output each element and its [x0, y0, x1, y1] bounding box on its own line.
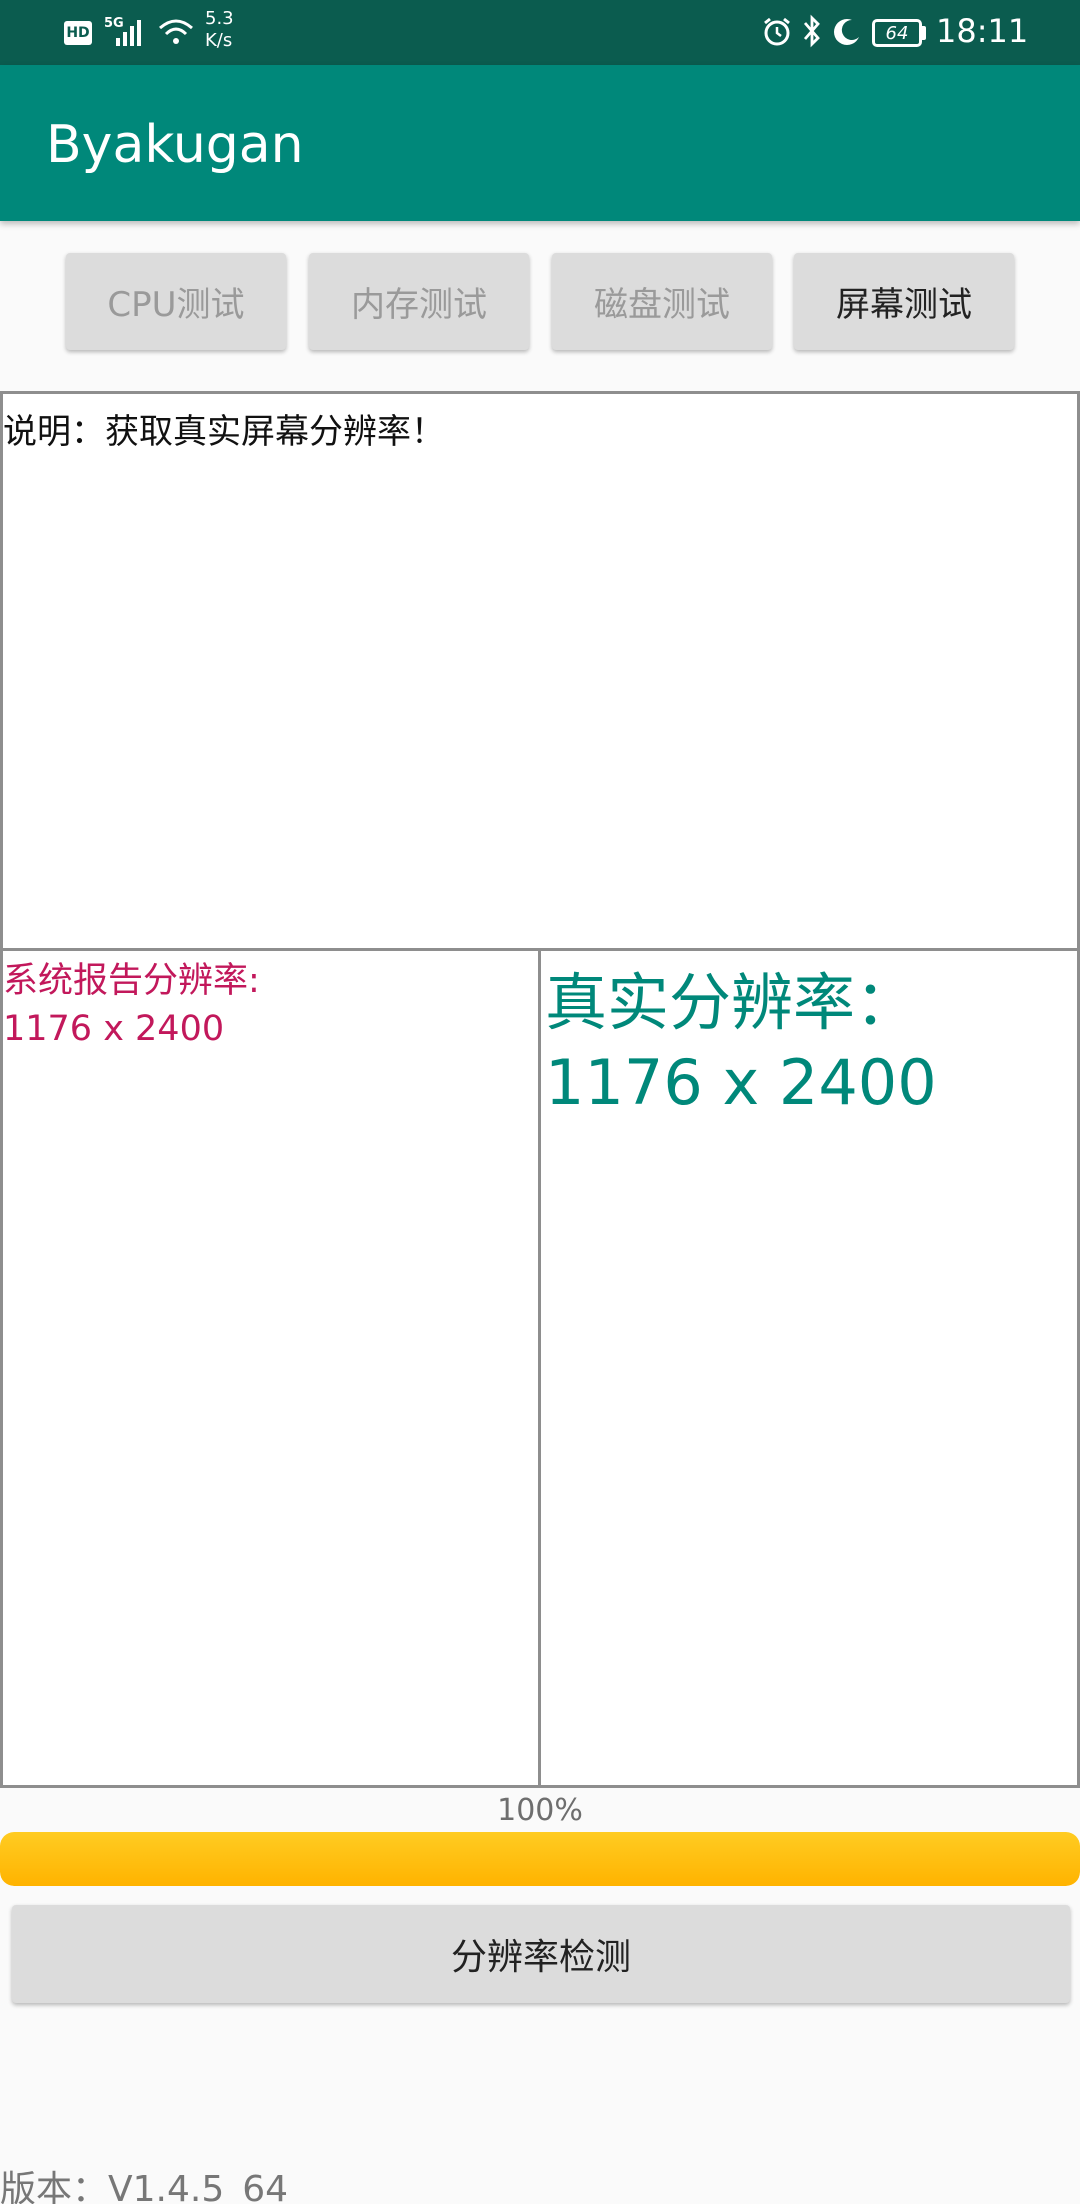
- hd-badge: HD: [64, 21, 92, 45]
- real-resolution-label: 真实分辨率：: [545, 966, 918, 1039]
- progress-fill: [0, 1832, 1080, 1886]
- moon-icon: [832, 17, 862, 47]
- resolution-detect-button[interactable]: 分辨率检测: [12, 1905, 1070, 2003]
- real-resolution-value: 1176 x 2400: [545, 1046, 937, 1119]
- system-resolution-value: 1176 x 2400: [3, 1009, 225, 1049]
- battery-tip: [922, 26, 926, 40]
- progress-label: 100%: [497, 1793, 583, 1828]
- system-resolution-panel: 系统报告分辨率: 1176 x 2400: [0, 948, 543, 1788]
- memory-test-button[interactable]: 内存测试: [309, 253, 529, 350]
- description-text: 说明：获取真实屏幕分辨率！: [3, 412, 445, 452]
- real-resolution-text: 真实分辨率： 1176 x 2400: [545, 963, 937, 1123]
- app-bar: Byakugan: [0, 65, 1080, 221]
- status-bar: HD 5G 5.3 K/s 64 18:11: [0, 0, 1080, 65]
- alarm-icon: [762, 17, 792, 47]
- speed-unit: K/s: [205, 30, 233, 51]
- system-resolution-text: 系统报告分辨率: 1176 x 2400: [3, 957, 260, 1053]
- cpu-test-button[interactable]: CPU测试: [66, 253, 286, 350]
- bluetooth-icon: [800, 14, 824, 48]
- real-resolution-panel: 真实分辨率： 1176 x 2400: [538, 948, 1080, 1788]
- clock: 18:11: [936, 12, 1029, 50]
- app-title: Byakugan: [46, 115, 304, 175]
- network-speed: 5.3 K/s: [205, 8, 234, 52]
- battery-icon: 64: [872, 19, 922, 47]
- disk-test-button[interactable]: 磁盘测试: [552, 253, 772, 350]
- speed-value: 5.3: [205, 8, 234, 29]
- signal-icon: [116, 18, 146, 46]
- progress-bar: [0, 1832, 1080, 1886]
- description-panel: 说明：获取真实屏幕分辨率！: [0, 391, 1080, 951]
- wifi-icon: [158, 18, 194, 46]
- screen-test-button[interactable]: 屏幕测试: [794, 253, 1014, 350]
- version-text: 版本：V1.4.5_64: [0, 2169, 289, 2204]
- system-resolution-label: 系统报告分辨率:: [3, 961, 260, 1001]
